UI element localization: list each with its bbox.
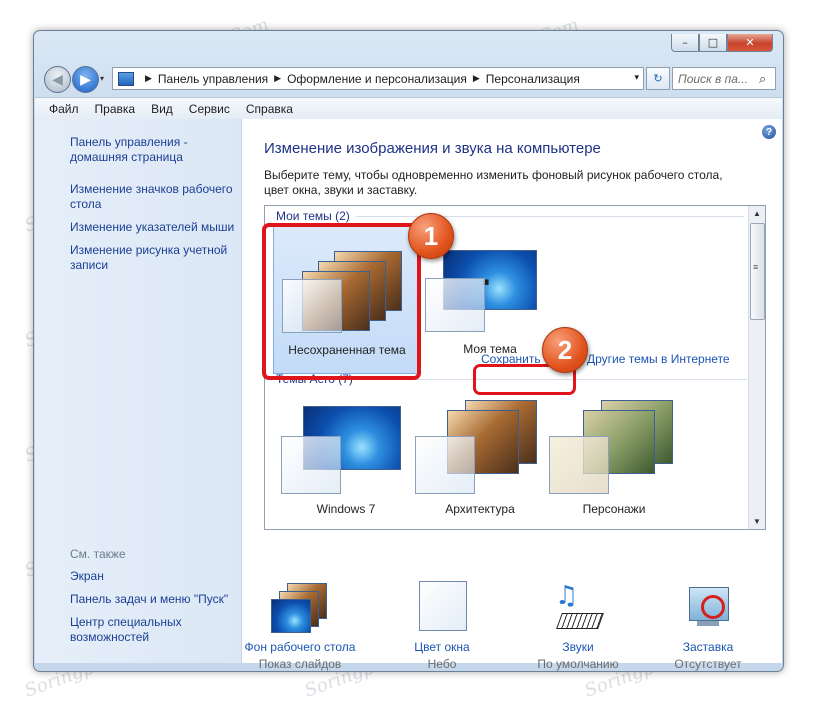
menu-tools[interactable]: Сервис: [181, 102, 238, 116]
sidebar: Панель управления - домашняя страница Из…: [35, 119, 242, 663]
step-badge-2: 2: [542, 327, 588, 373]
menu-edit[interactable]: Правка: [87, 102, 144, 116]
theme-color-thumb: [549, 436, 609, 494]
forward-arrow-icon: ▶: [80, 71, 91, 87]
menu-bar: Файл Правка Вид Сервис Справка: [35, 97, 782, 120]
setting-label[interactable]: Звуки: [508, 640, 648, 654]
breadcrumb-personalization[interactable]: Персонализация: [486, 72, 580, 86]
minimize-button[interactable]: –: [671, 34, 699, 52]
address-dropdown-icon[interactable]: ▾: [634, 72, 639, 83]
more-themes-link[interactable]: Другие темы в Интернете: [587, 352, 730, 366]
theme-architecture[interactable]: Архитектура: [407, 382, 553, 528]
sidebar-link-display[interactable]: Экран: [70, 569, 240, 584]
scroll-up-icon[interactable]: ▲: [753, 209, 761, 218]
menu-view[interactable]: Вид: [143, 102, 181, 116]
scroll-grip-icon: ≡: [753, 262, 759, 272]
back-arrow-icon: ◀: [52, 71, 63, 87]
settings-row: Фон рабочего стола Показ слайдов Цвет ок…: [242, 581, 782, 671]
theme-color-thumb: [425, 278, 485, 332]
group-title: Мои темы (2): [276, 209, 350, 223]
sounds-icon: ♫: [553, 581, 604, 631]
help-icon[interactable]: ?: [762, 125, 776, 139]
sidebar-link-mouse-pointers[interactable]: Изменение указателей мыши: [70, 220, 240, 235]
theme-windows7[interactable]: Windows 7: [273, 382, 419, 528]
page-description: Выберите тему, чтобы одновременно измени…: [264, 168, 723, 197]
sidebar-link-home[interactable]: Панель управления - домашняя страница: [70, 135, 240, 165]
maximize-button[interactable]: □: [699, 34, 727, 52]
step-badge-1: 1: [408, 213, 454, 259]
group-header-my-themes[interactable]: Мои темы (2): [276, 209, 744, 223]
theme-name: Архитектура: [445, 502, 515, 516]
scroll-down-icon[interactable]: ▼: [753, 517, 761, 526]
page-title: Изменение изображения и звука на компьют…: [264, 140, 601, 157]
breadcrumb-control-panel[interactable]: Панель управления: [158, 72, 268, 86]
setting-label[interactable]: Цвет окна: [372, 640, 512, 654]
search-icon[interactable]: ⌕: [759, 71, 775, 87]
setting-value: Отсутствует: [674, 657, 742, 671]
setting-screensaver[interactable]: Заставка Отсутствует: [638, 581, 778, 671]
breadcrumb-separator-icon[interactable]: ▶: [473, 73, 480, 84]
search-placeholder: Поиск в па...: [678, 71, 748, 86]
music-notes-icon: ♫: [555, 581, 579, 611]
sidebar-link-account-picture[interactable]: Изменение рисунка учетной записи: [70, 243, 240, 273]
monitor-stand-icon: [697, 621, 719, 626]
address-row: ◀ ▶ ▾ ▶ Панель управления ▶ Оформление и…: [42, 65, 776, 93]
setting-desktop-background[interactable]: Фон рабочего стола Показ слайдов: [230, 581, 370, 671]
sidebar-link-ease-of-access[interactable]: Центр специальных возможностей: [70, 615, 240, 645]
setting-value: По умолчанию: [537, 657, 619, 671]
history-dropdown-icon[interactable]: ▾: [100, 74, 104, 83]
close-button[interactable]: ✕: [727, 34, 773, 52]
refresh-icon: ↻: [653, 73, 663, 85]
group-divider: [355, 215, 744, 217]
window-controls: – □ ✕: [671, 34, 773, 52]
scroll-thumb[interactable]: ≡: [750, 223, 765, 320]
color-swatch-icon: [419, 581, 467, 631]
setting-value: Показ слайдов: [258, 657, 342, 671]
breadcrumb-separator-icon[interactable]: ▶: [145, 73, 152, 84]
gallery-scrollbar[interactable]: ▲ ≡ ▼: [748, 206, 765, 529]
screensaver-icon: [683, 581, 733, 631]
back-button[interactable]: ◀: [44, 66, 71, 93]
window-color-icon: [417, 581, 467, 631]
address-bar[interactable]: ▶ Панель управления ▶ Оформление и персо…: [112, 67, 644, 90]
menu-file[interactable]: Файл: [35, 102, 87, 116]
breadcrumb-appearance[interactable]: Оформление и персонализация: [287, 72, 467, 86]
breadcrumb-separator-icon[interactable]: ▶: [274, 73, 281, 84]
sidebar-link-desktop-icons[interactable]: Изменение значков рабочего стола: [70, 182, 240, 212]
callout-frame-unsaved-theme: [262, 223, 421, 380]
see-also-title: См. также: [70, 547, 126, 561]
wallpaper-stack-icon: [271, 599, 311, 633]
control-panel-icon: [118, 71, 134, 86]
no-sign-icon: [701, 595, 725, 619]
theme-name: Windows 7: [316, 502, 376, 516]
setting-sounds[interactable]: ♫ Звуки По умолчанию: [508, 581, 648, 671]
setting-label[interactable]: Фон рабочего стола: [230, 640, 370, 654]
setting-window-color[interactable]: Цвет окна Небо: [372, 581, 512, 671]
search-input[interactable]: Поиск в па... ⌕: [672, 67, 776, 90]
theme-color-thumb: [415, 436, 475, 494]
refresh-button[interactable]: ↻: [646, 67, 670, 90]
keyboard-icon: [556, 613, 604, 629]
sidebar-link-taskbar[interactable]: Панель задач и меню "Пуск": [70, 592, 240, 607]
theme-color-thumb: [281, 436, 341, 494]
theme-characters[interactable]: Персонажи: [541, 382, 687, 528]
forward-button[interactable]: ▶: [72, 66, 99, 93]
menu-help[interactable]: Справка: [238, 102, 301, 116]
setting-value: Небо: [427, 657, 457, 671]
theme-name: Персонажи: [582, 502, 646, 516]
desktop-background-icon: [271, 581, 327, 633]
setting-label[interactable]: Заставка: [638, 640, 778, 654]
